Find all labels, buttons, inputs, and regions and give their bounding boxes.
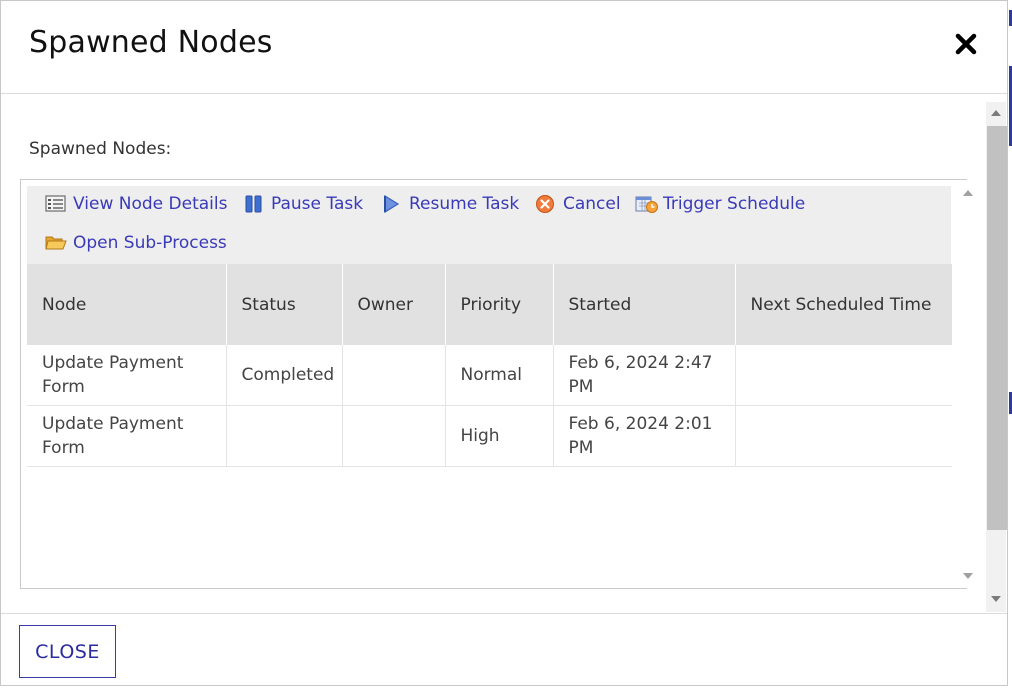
close-x-icon[interactable] (951, 29, 981, 59)
column-header-next-scheduled-time[interactable]: Next Scheduled Time (735, 264, 952, 345)
dialog-title: Spawned Nodes (29, 25, 273, 60)
pause-task-button[interactable]: Pause Task (243, 194, 363, 214)
folder-open-icon (45, 233, 67, 253)
cell-started: Feb 6, 2024 2:47 PM (553, 345, 736, 406)
view-node-details-button[interactable]: View Node Details (45, 194, 227, 214)
grid-scroll-up-arrow-icon[interactable] (963, 190, 973, 196)
spawned-nodes-grid: View Node Details Pause Task Resume Task… (20, 179, 976, 589)
dialog-body: Spawned Nodes: View Node Details Pause T… (1, 94, 1007, 613)
open-sub-process-button[interactable]: Open Sub-Process (45, 233, 227, 253)
spawned-nodes-table: Node Status Owner Priority Started Next … (27, 264, 952, 467)
dialog-scrollbar[interactable] (986, 102, 1007, 612)
scroll-up-arrow-icon[interactable] (991, 110, 1001, 116)
background-page-strip (1008, 0, 1012, 688)
cancel-button[interactable]: Cancel (535, 194, 621, 214)
column-header-priority[interactable]: Priority (445, 264, 554, 345)
toolbar-item-label: Trigger Schedule (663, 194, 806, 214)
cell-owner (342, 345, 446, 406)
cell-priority: Normal (445, 345, 554, 406)
dialog-header: Spawned Nodes (1, 1, 1007, 94)
grid-toolbar: View Node Details Pause Task Resume Task… (27, 186, 951, 264)
pause-icon (243, 194, 265, 214)
toolbar-item-label: View Node Details (73, 194, 228, 214)
grid-scroll-down-arrow-icon[interactable] (963, 573, 973, 579)
grid-scrollbar[interactable] (958, 180, 976, 588)
table-header-row: Node Status Owner Priority Started Next … (27, 264, 952, 345)
toolbar-item-label: Resume Task (409, 194, 520, 214)
cell-next-scheduled-time (735, 405, 952, 467)
cell-node: Update Payment Form (27, 405, 227, 467)
column-header-started[interactable]: Started (553, 264, 736, 345)
scroll-down-arrow-icon[interactable] (991, 596, 1001, 602)
cell-next-scheduled-time (735, 345, 952, 406)
cell-started: Feb 6, 2024 2:01 PM (553, 405, 736, 467)
cell-status: Completed (226, 345, 343, 406)
schedule-icon (635, 194, 659, 214)
table-row[interactable]: Update Payment Form High Feb 6, 2024 2:0… (27, 405, 952, 467)
close-button[interactable]: CLOSE (19, 625, 116, 678)
toolbar-item-label: Cancel (563, 194, 621, 214)
list-icon (45, 194, 67, 214)
cell-priority: High (445, 405, 554, 467)
resume-icon (381, 194, 403, 214)
spawned-nodes-label: Spawned Nodes: (29, 139, 172, 159)
trigger-schedule-button[interactable]: Trigger Schedule (635, 194, 805, 214)
cancel-icon (535, 194, 557, 214)
cell-status (226, 405, 343, 467)
scrollbar-thumb[interactable] (987, 126, 1007, 530)
spawned-nodes-dialog: Spawned Nodes Spawned Nodes: View Node D… (0, 0, 1008, 686)
column-header-owner[interactable]: Owner (342, 264, 446, 345)
cell-owner (342, 405, 446, 467)
column-header-node[interactable]: Node (27, 264, 227, 345)
toolbar-item-label: Open Sub-Process (73, 233, 227, 253)
toolbar-item-label: Pause Task (271, 194, 364, 214)
table-row[interactable]: Update Payment Form Completed Normal Feb… (27, 345, 952, 406)
column-header-status[interactable]: Status (226, 264, 343, 345)
resume-task-button[interactable]: Resume Task (381, 194, 519, 214)
cell-node: Update Payment Form (27, 345, 227, 406)
dialog-footer: CLOSE (1, 613, 1007, 686)
